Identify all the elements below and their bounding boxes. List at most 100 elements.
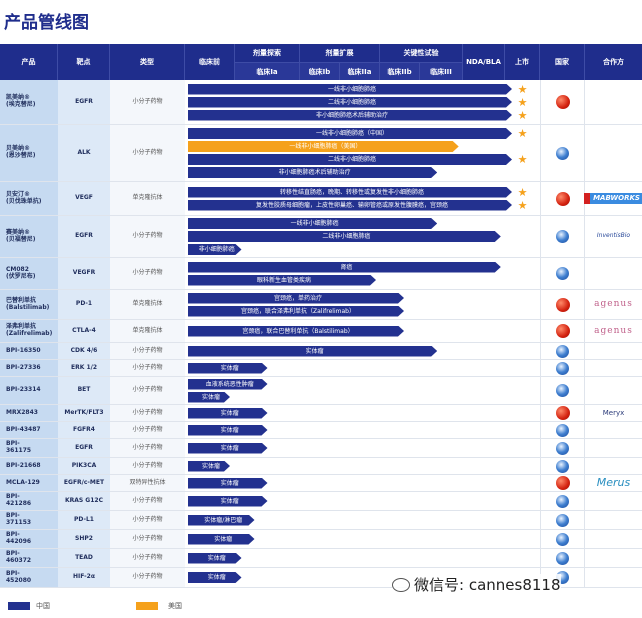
pipeline-bar[interactable]: 实体瘤 [188, 425, 268, 436]
pipeline-bar[interactable]: 实体瘤 [188, 478, 268, 489]
star-placeholder: ★ [505, 262, 540, 273]
china-flag-icon [555, 297, 570, 312]
pipeline-bar[interactable]: 宫颈癌，联合泽弗利单抗（Zalifrelimab） [188, 306, 404, 317]
pipeline-bar[interactable]: 实体瘤 [188, 443, 268, 454]
pipeline-bar[interactable]: 一线非小细胞肺癌（美国） [188, 141, 459, 152]
pipeline-bar[interactable]: 实体瘤 [188, 408, 268, 419]
star-placeholder: ★ [505, 293, 540, 304]
target: ALK [58, 125, 110, 181]
product-name[interactable]: BPI- 361175 [0, 439, 58, 457]
star-stack: ★ [505, 422, 540, 438]
pipeline-bar[interactable]: 一线非小细胞肺癌（中国） [188, 128, 512, 139]
country-cell [540, 360, 585, 376]
star-placeholder: ★ [505, 496, 540, 507]
product-name[interactable]: BPI-16350 [0, 343, 58, 359]
partner-cell [585, 530, 642, 548]
product-name[interactable]: 泽弗利单抗 (Zalifrelimab) [0, 320, 58, 342]
timeline: 实体瘤/淋巴瘤 [185, 511, 505, 529]
product-name[interactable]: BPI-43487 [0, 422, 58, 438]
pipeline-bar[interactable]: 肾癌 [188, 262, 501, 273]
pipeline-bar[interactable]: 宫颈癌，联合巴替利单抗（Balstilimab） [188, 326, 404, 337]
pipeline-bar[interactable]: 宫颈癌，单药治疗 [188, 293, 404, 304]
wechat-icon [392, 577, 410, 592]
product-name[interactable]: MRX2843 [0, 405, 58, 421]
table-row: BPI-43487FGFR4小分子药物实体瘤 ★ [0, 422, 642, 439]
star-placeholder: ★ [505, 244, 540, 255]
product-name[interactable]: BPI- 442096 [0, 530, 58, 548]
drug-type: 小分子药物 [110, 377, 185, 404]
target: EGFR/c-MET [58, 475, 110, 491]
pipeline-bar[interactable]: 二线非小细胞肺癌 [188, 97, 512, 108]
pipeline-bar[interactable]: 二线非小细胞肺癌 [188, 154, 512, 165]
pipeline-bar[interactable]: 二线非小细胞肺癌 [188, 231, 501, 242]
bar-stack: 实体瘤 [185, 422, 505, 438]
product-name[interactable]: BPI-21668 [0, 458, 58, 474]
product-name[interactable]: BPI-27336 [0, 360, 58, 376]
pipeline-bar[interactable]: 实体瘤/淋巴瘤 [188, 515, 255, 526]
product-name[interactable]: CM082 (伏罗尼布) [0, 258, 58, 289]
product-name[interactable]: BPI- 460372 [0, 549, 58, 567]
pipeline-bar[interactable]: 转移性结直肠癌，晚期、转移性或复发性非小细胞肺癌 [188, 187, 512, 198]
star-stack: ★★★★ [505, 125, 540, 181]
china-flag-icon [555, 476, 570, 490]
product-name[interactable]: BPI-23314 [0, 377, 58, 404]
timeline: 实体瘤 [185, 405, 505, 421]
pipeline-bar[interactable]: 实体瘤 [188, 346, 437, 357]
marketed-cell: ★ [505, 530, 540, 548]
target: PD-1 [58, 290, 110, 319]
product-name[interactable]: 凯美纳® (埃克替尼) [0, 80, 58, 124]
legend: 中国 美国 [0, 600, 642, 614]
bar-stack: 一线非小细胞肺癌二线非小细胞肺癌 非小细胞肺癌 [185, 216, 505, 257]
product-name[interactable]: 赛美纳® (贝福替尼) [0, 216, 58, 257]
product-name[interactable]: BPI- 371153 [0, 511, 58, 529]
star-placeholder: ★ [505, 478, 540, 489]
pipeline-bar[interactable]: 眼科新生血管类疾病 [188, 275, 376, 286]
product-name[interactable]: MCLA-129 [0, 475, 58, 491]
partner-cell: Merus [585, 475, 642, 491]
pipeline-bar[interactable]: 实体瘤 [188, 363, 268, 374]
target: PIK3CA [58, 458, 110, 474]
target: TEAD [58, 549, 110, 567]
country-cell [540, 405, 585, 421]
partner-cell [585, 125, 642, 181]
star-stack: ★★ [505, 182, 540, 215]
pipeline-bar[interactable]: 复发性胶质母细胞瘤，上皮性卵巢癌、输卵管癌或原发性腹膜癌，宫颈癌 [188, 200, 512, 211]
star-stack: ★★ [505, 377, 540, 404]
partner-cell: agenus [585, 320, 642, 342]
star-placeholder: ★ [505, 392, 540, 403]
pipeline-bar[interactable]: 实体瘤 [188, 553, 242, 564]
pipeline-bar[interactable]: 非小细胞肺癌术后辅助治疗 [188, 167, 437, 178]
pipeline-bar[interactable]: 实体瘤 [188, 534, 255, 545]
star-placeholder: ★ [505, 275, 540, 286]
globe-icon [556, 494, 569, 508]
pipeline-bar[interactable]: 一线非小细胞肺癌 [188, 218, 437, 229]
product-name[interactable]: 贝安汀® (贝伐珠单抗) [0, 182, 58, 215]
star-icon: ★ [517, 198, 528, 212]
star-placeholder: ★ [505, 534, 540, 545]
pipeline-bar[interactable]: 实体瘤 [188, 572, 242, 583]
pipeline-bar[interactable]: 实体瘤 [188, 461, 230, 472]
product-name[interactable]: 巴替利单抗 (Balstilimab) [0, 290, 58, 319]
product-name[interactable]: 贝美纳® (恩沙替尼) [0, 125, 58, 181]
pipeline-bar[interactable]: 非小细胞肺癌术后辅助治疗 [188, 110, 512, 121]
product-name[interactable]: BPI- 421286 [0, 492, 58, 510]
pipeline-bar[interactable]: 实体瘤 [188, 392, 230, 403]
marketed-cell: ★★ [505, 377, 540, 404]
bar-stack: 实体瘤 [185, 458, 505, 474]
partner-logo: InventisBio [596, 232, 631, 240]
pipeline-bar[interactable]: 实体瘤 [188, 496, 268, 507]
timeline: 宫颈癌，单药治疗 宫颈癌，联合泽弗利单抗（Zalifrelimab） [185, 290, 505, 319]
country-cell [540, 80, 585, 124]
marketed-cell: ★★ [505, 182, 540, 215]
table-header: 产品 靶点 类型 临床前 剂量探索 剂量扩展 关键性试验 临床Ia 临床Ib 临… [0, 44, 642, 80]
pipeline-bar[interactable]: 一线非小细胞肺癌 [188, 84, 512, 95]
product-name[interactable]: BPI- 452080 [0, 568, 58, 587]
star-stack: ★ [505, 405, 540, 421]
star-icon: ★ [517, 127, 528, 140]
timeline: 实体瘤 [185, 439, 505, 457]
pipeline-bar[interactable]: 血液系统恶性肿瘤 [188, 379, 268, 390]
header-phase-iia: 临床IIa [340, 62, 380, 80]
pipeline-bar[interactable]: 非小细胞肺癌 [188, 244, 242, 255]
star-placeholder: ★ [505, 461, 540, 472]
target: MerTK/FLT3 [58, 405, 110, 421]
